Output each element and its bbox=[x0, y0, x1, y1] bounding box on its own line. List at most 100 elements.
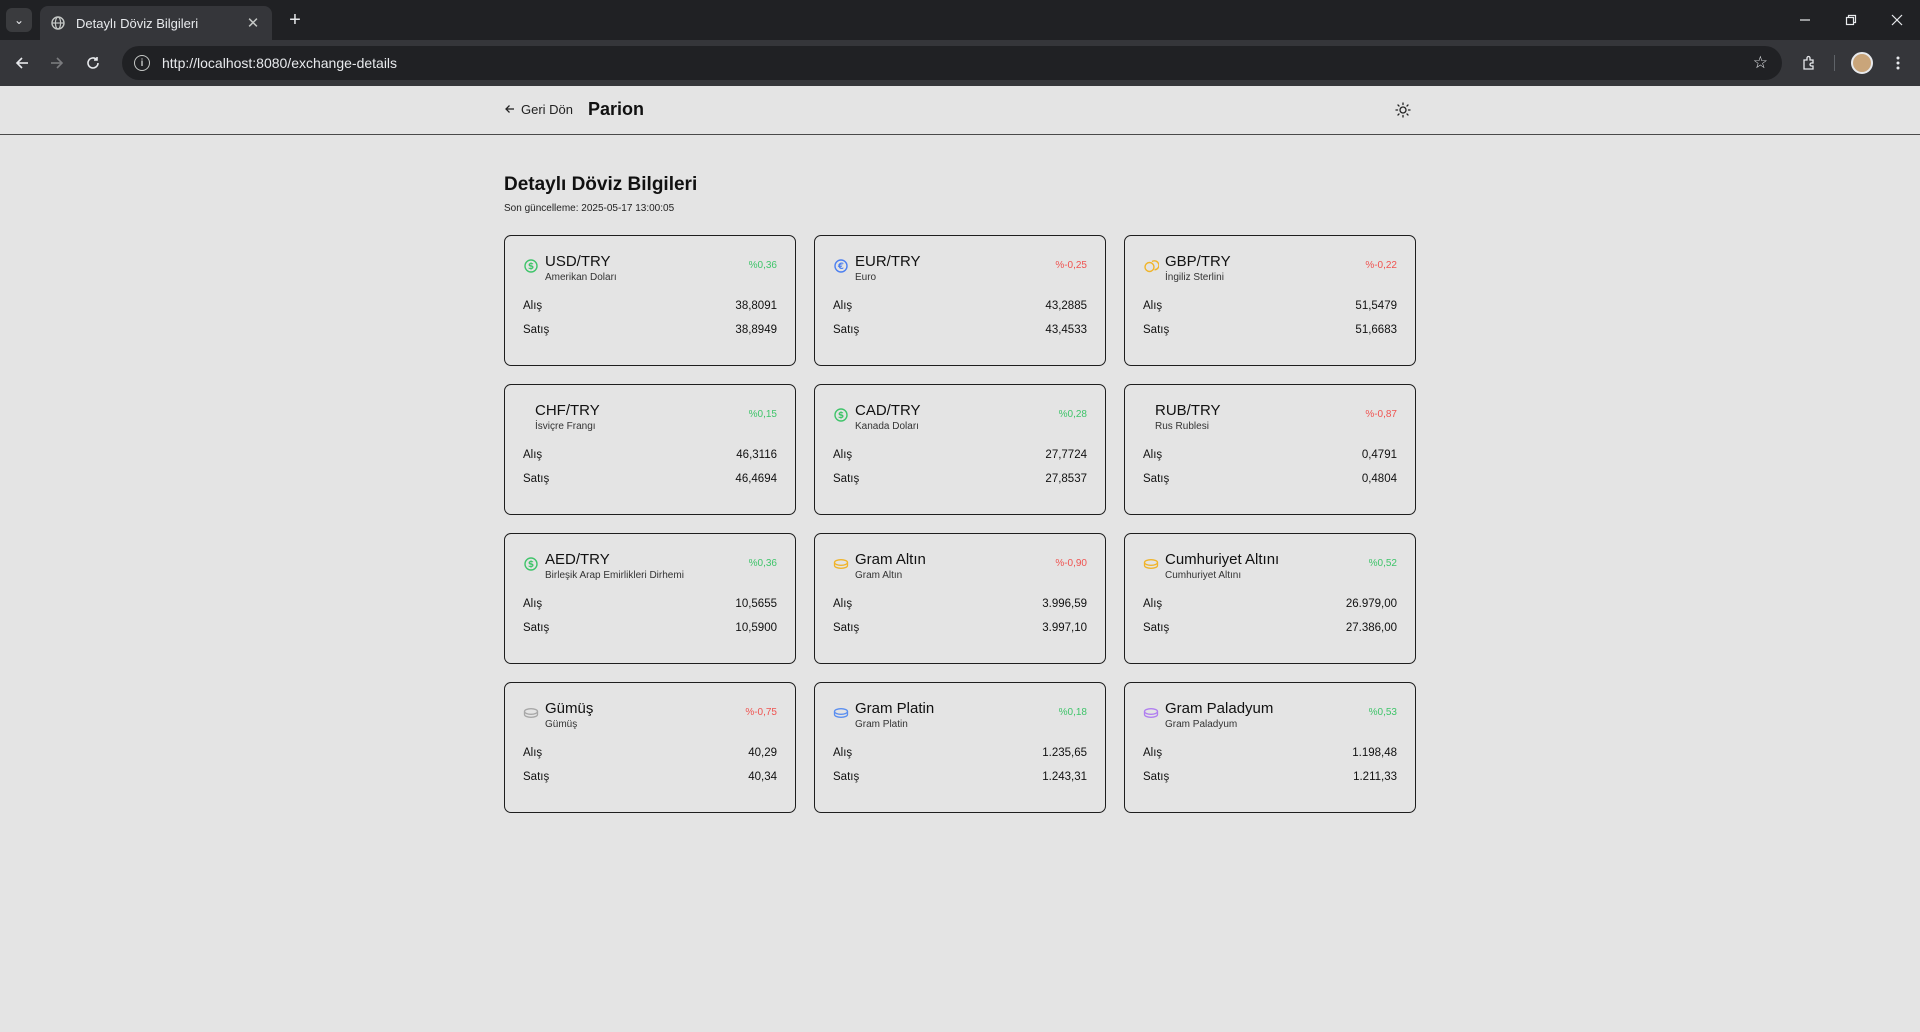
dollar-icon: $ bbox=[833, 407, 849, 423]
buy-value: 43,2885 bbox=[1045, 300, 1087, 312]
buy-label: Alış bbox=[523, 747, 543, 759]
currency-code: Gram Altın bbox=[855, 551, 926, 568]
reload-icon[interactable] bbox=[79, 49, 107, 77]
back-button[interactable]: Geri Dön bbox=[505, 102, 573, 117]
sell-value: 38,8949 bbox=[735, 324, 777, 336]
address-bar[interactable]: i http://localhost:8080/exchange-details… bbox=[122, 46, 1782, 80]
currency-code: USD/TRY bbox=[545, 253, 611, 270]
sell-label: Satış bbox=[523, 473, 550, 485]
change-percent: %-0,87 bbox=[1365, 409, 1397, 420]
buy-row: Alış 3.996,59 bbox=[833, 598, 1087, 610]
buy-value: 46,3116 bbox=[736, 449, 777, 461]
currency-card[interactable]: Gram Platin Gram Platin %0,18 Alış 1.235… bbox=[814, 682, 1106, 813]
sell-value: 0,4804 bbox=[1361, 473, 1397, 485]
currency-card[interactable]: $ AED/TRY Birleşik Arap Emirlikleri Dirh… bbox=[504, 533, 796, 664]
buy-value: 40,29 bbox=[748, 747, 777, 759]
forward-arrow-icon[interactable] bbox=[43, 49, 71, 77]
currency-code: Gram Platin bbox=[855, 700, 935, 717]
currency-code: CHF/TRY bbox=[535, 402, 600, 419]
sell-label: Satış bbox=[1143, 622, 1170, 634]
change-percent: %0,28 bbox=[1058, 409, 1087, 420]
bar-icon bbox=[833, 556, 849, 572]
buy-value: 1.235,65 bbox=[1042, 747, 1087, 759]
currency-code: Gram Paladyum bbox=[1165, 700, 1274, 717]
currency-name: Gram Paladyum bbox=[1165, 719, 1238, 730]
sell-label: Satış bbox=[1143, 473, 1170, 485]
currency-card[interactable]: Gram Altın Gram Altın %-0,90 Alış 3.996,… bbox=[814, 533, 1106, 664]
currency-card[interactable]: Cumhuriyet Altını Cumhuriyet Altını %0,5… bbox=[1124, 533, 1416, 664]
minimize-icon[interactable] bbox=[1782, 0, 1828, 40]
currency-card[interactable]: € EUR/TRY Euro %-0,25 Alış 43,2885 Satış… bbox=[814, 235, 1106, 366]
change-percent: %0,18 bbox=[1058, 707, 1087, 718]
currency-name: Gram Altın bbox=[855, 570, 903, 581]
buy-label: Alış bbox=[1143, 747, 1163, 759]
currency-name: Euro bbox=[855, 272, 877, 283]
browser-toolbar: i http://localhost:8080/exchange-details… bbox=[0, 40, 1920, 86]
currency-code: GBP/TRY bbox=[1165, 253, 1231, 270]
currency-card[interactable]: RUB/TRY Rus Rublesi %-0,87 Alış 0,4791 S… bbox=[1124, 384, 1416, 515]
currency-card[interactable]: Gümüş Gümüş %-0,75 Alış 40,29 Satış 40,3… bbox=[504, 682, 796, 813]
bookmark-star-icon[interactable]: ☆ bbox=[1753, 53, 1768, 73]
buy-row: Alış 1.235,65 bbox=[833, 747, 1087, 759]
svg-text:$: $ bbox=[838, 411, 844, 421]
bar-icon bbox=[833, 705, 849, 721]
buy-row: Alış 27,7724 bbox=[833, 449, 1087, 461]
buy-value: 27,7724 bbox=[1045, 449, 1087, 461]
currency-name: Amerikan Doları bbox=[545, 272, 617, 283]
sell-row: Satış 1.243,31 bbox=[833, 771, 1087, 783]
extensions-icon[interactable] bbox=[1795, 49, 1823, 77]
currency-card[interactable]: CHF/TRY İsviçre Frangı %0,15 Alış 46,311… bbox=[504, 384, 796, 515]
sell-value: 10,5900 bbox=[735, 622, 777, 634]
currency-card[interactable]: $ CAD/TRY Kanada Doları %0,28 Alış 27,77… bbox=[814, 384, 1106, 515]
profile-avatar[interactable] bbox=[1851, 52, 1873, 74]
sell-row: Satış 27,8537 bbox=[833, 473, 1087, 485]
currency-grid: $ USD/TRY Amerikan Doları %0,36 Alış 38,… bbox=[504, 235, 1416, 813]
browser-tab[interactable]: Detaylı Döviz Bilgileri ✕ bbox=[40, 6, 272, 40]
sell-row: Satış 46,4694 bbox=[523, 473, 777, 485]
sell-value: 43,4533 bbox=[1045, 324, 1087, 336]
sell-value: 27.386,00 bbox=[1345, 622, 1397, 634]
sell-value: 27,8537 bbox=[1045, 473, 1087, 485]
sun-icon[interactable] bbox=[1394, 101, 1412, 119]
close-window-icon[interactable] bbox=[1874, 0, 1920, 40]
new-tab-button[interactable]: + bbox=[282, 8, 308, 32]
euro-icon: € bbox=[833, 258, 849, 274]
currency-name: Rus Rublesi bbox=[1155, 421, 1209, 432]
sell-value: 40,34 bbox=[748, 771, 777, 783]
currency-name: Gümüş bbox=[545, 719, 578, 730]
sell-label: Satış bbox=[1143, 324, 1170, 336]
coins-icon bbox=[1143, 258, 1159, 274]
sell-label: Satış bbox=[523, 324, 550, 336]
brand-logo[interactable]: Parion bbox=[588, 99, 644, 120]
sell-value: 3.997,10 bbox=[1042, 622, 1087, 634]
more-menu-icon[interactable] bbox=[1884, 49, 1912, 77]
sell-row: Satış 3.997,10 bbox=[833, 622, 1087, 634]
currency-code: Cumhuriyet Altını bbox=[1165, 551, 1280, 568]
change-percent: %0,52 bbox=[1368, 558, 1397, 569]
change-percent: %-0,75 bbox=[745, 707, 777, 718]
currency-card[interactable]: $ USD/TRY Amerikan Doları %0,36 Alış 38,… bbox=[504, 235, 796, 366]
buy-value: 0,4791 bbox=[1361, 449, 1397, 461]
site-info-icon[interactable]: i bbox=[134, 55, 150, 71]
buy-label: Alış bbox=[1143, 300, 1163, 312]
back-arrow-icon[interactable] bbox=[8, 49, 36, 77]
buy-label: Alış bbox=[523, 598, 543, 610]
buy-row: Alış 40,29 bbox=[523, 747, 777, 759]
buy-value: 26.979,00 bbox=[1345, 598, 1397, 610]
restore-icon[interactable] bbox=[1828, 0, 1874, 40]
buy-row: Alış 38,8091 bbox=[523, 300, 777, 312]
close-tab-icon[interactable]: ✕ bbox=[244, 14, 262, 32]
buy-row: Alış 26.979,00 bbox=[1143, 598, 1397, 610]
app-header: Geri Dön Parion bbox=[0, 86, 1920, 135]
currency-code: EUR/TRY bbox=[855, 253, 921, 270]
currency-card[interactable]: GBP/TRY İngiliz Sterlini %-0,22 Alış 51,… bbox=[1124, 235, 1416, 366]
sell-label: Satış bbox=[833, 771, 860, 783]
buy-row: Alış 43,2885 bbox=[833, 300, 1087, 312]
dollar-icon: $ bbox=[523, 556, 539, 572]
tab-search-button[interactable]: ⌄ bbox=[6, 8, 32, 32]
currency-icon-placeholder bbox=[1143, 407, 1149, 423]
buy-value: 10,5655 bbox=[735, 598, 777, 610]
sell-value: 1.243,31 bbox=[1042, 771, 1087, 783]
sell-row: Satış 38,8949 bbox=[523, 324, 777, 336]
currency-card[interactable]: Gram Paladyum Gram Paladyum %0,53 Alış 1… bbox=[1124, 682, 1416, 813]
